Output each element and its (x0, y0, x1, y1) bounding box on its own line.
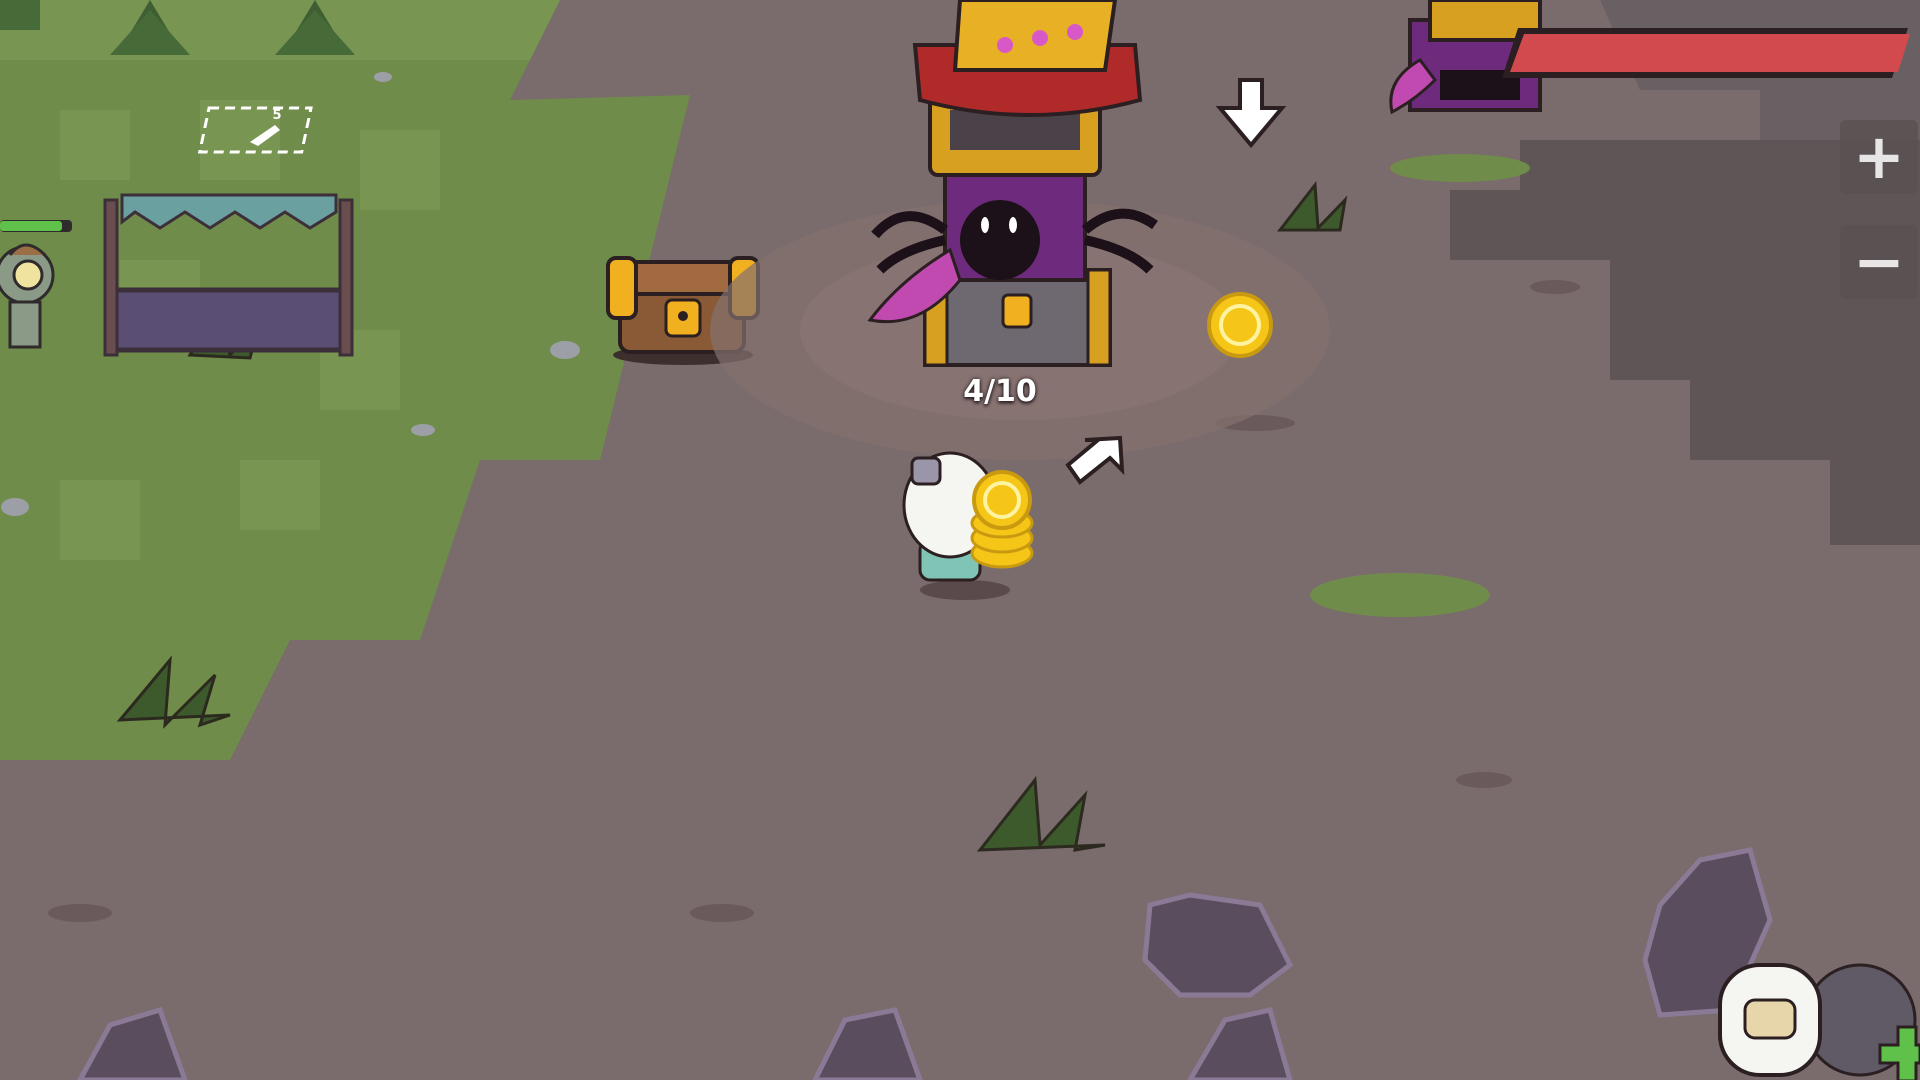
coin-stack (970, 470, 1034, 569)
gold-coin-icon[interactable] (1207, 292, 1273, 358)
game-scene[interactable] (0, 0, 1920, 1080)
stall-price: 5 (272, 108, 282, 123)
zoom-out-button[interactable]: − (1840, 225, 1918, 299)
boss-progress-counter: 4/10 (963, 374, 1037, 409)
slime-patch (1390, 154, 1530, 182)
grass-field (0, 0, 690, 760)
companion-portraits[interactable] (1718, 963, 1920, 1080)
arrow-down-icon (1215, 78, 1287, 149)
player-character[interactable] (902, 451, 1034, 600)
slime-patch (1310, 573, 1490, 617)
boss-health-bar (1500, 26, 1910, 80)
minus-icon: − (1853, 225, 1905, 298)
crystal-rocks (77, 847, 1773, 1080)
zoom-in-button[interactable]: + (1840, 120, 1918, 194)
plus-icon: + (1853, 120, 1905, 193)
